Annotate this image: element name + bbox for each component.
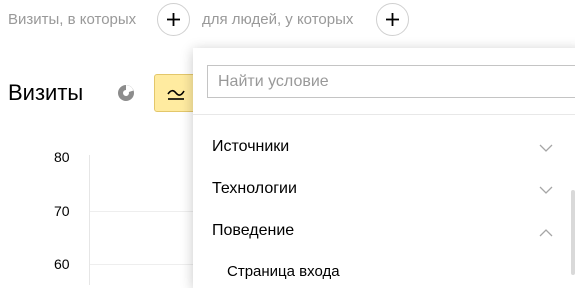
visits-filter-label: Визиты, в которых bbox=[8, 11, 137, 28]
condition-search-input[interactable] bbox=[218, 66, 558, 97]
report-title: Визиты bbox=[8, 80, 84, 105]
category-label: Источники bbox=[212, 138, 290, 155]
line-chart-button[interactable] bbox=[154, 74, 194, 112]
category-label: Технологии bbox=[212, 180, 297, 197]
condition-search-field[interactable] bbox=[207, 65, 575, 98]
condition-item-entry-page[interactable]: Страница входа bbox=[227, 263, 340, 280]
add-visit-condition-button[interactable] bbox=[157, 3, 190, 36]
chart-axis bbox=[89, 155, 90, 285]
gridline bbox=[90, 211, 200, 212]
condition-dropdown: Источники Технологии Поведение Страница … bbox=[193, 48, 575, 288]
plus-icon bbox=[167, 13, 180, 26]
category-behavior[interactable]: Поведение bbox=[193, 213, 575, 253]
pie-chart-icon[interactable] bbox=[117, 84, 135, 102]
y-tick-label: 70 bbox=[54, 203, 70, 219]
category-sources[interactable]: Источники bbox=[193, 129, 575, 169]
category-technologies[interactable]: Технологии bbox=[193, 171, 575, 211]
y-tick-label: 80 bbox=[54, 149, 70, 165]
dropdown-scrollbar[interactable] bbox=[571, 190, 575, 275]
add-people-condition-button[interactable] bbox=[376, 3, 409, 36]
y-tick-label: 60 bbox=[54, 256, 70, 272]
people-filter-label: для людей, у которых bbox=[202, 11, 354, 28]
chevron-down-icon bbox=[539, 186, 553, 194]
divider bbox=[193, 114, 575, 115]
line-chart-icon bbox=[167, 89, 185, 100]
category-label: Поведение bbox=[212, 222, 295, 239]
chevron-up-icon bbox=[539, 229, 553, 237]
chevron-down-icon bbox=[539, 144, 553, 152]
plus-icon bbox=[386, 13, 399, 26]
gridline bbox=[90, 264, 200, 265]
